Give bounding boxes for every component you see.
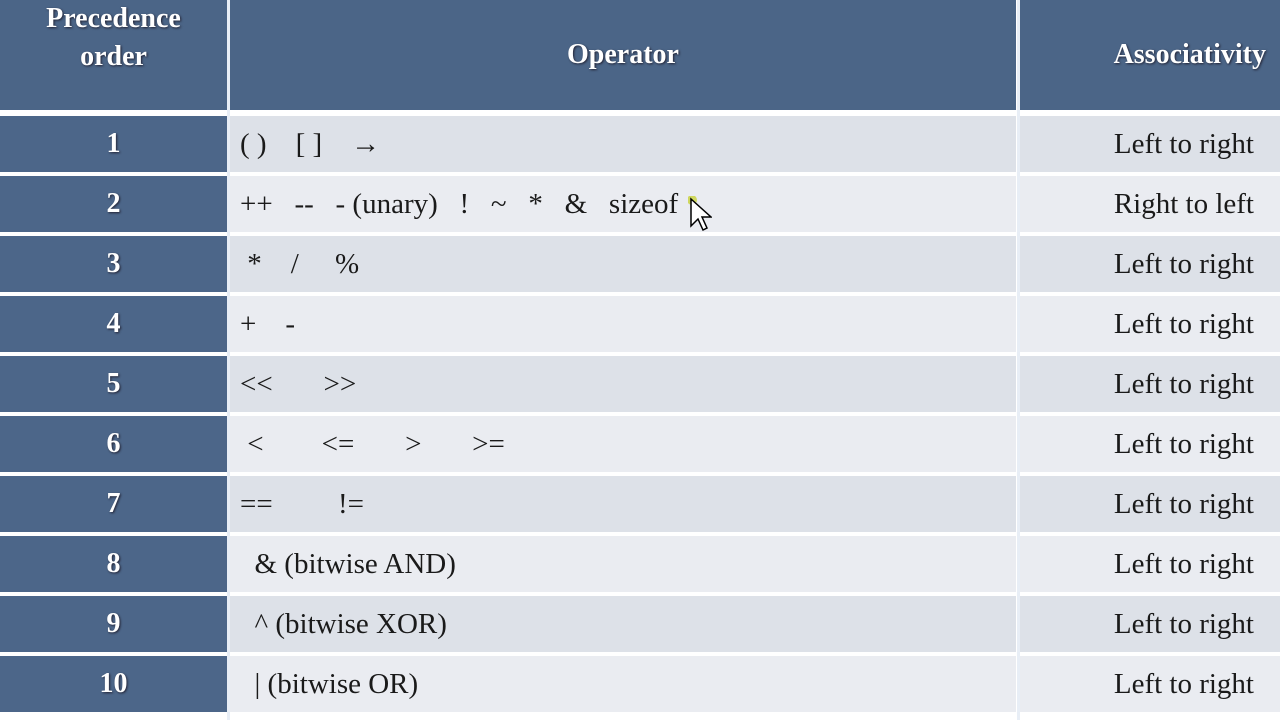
associativity-cell: Left to right	[1020, 656, 1280, 712]
operator-cell: ( ) [ ] →	[230, 116, 1016, 172]
precedence-order-cell: 9	[0, 596, 227, 652]
associativity-cell: Left to right	[1020, 116, 1280, 172]
precedence-order-cell: 3	[0, 236, 227, 292]
table-row: 2 ++ -- - (unary) ! ~ * & sizeof Right to …	[0, 176, 1280, 232]
precedence-order-cell: 7	[0, 476, 227, 532]
precedence-order-cell: 4	[0, 296, 227, 352]
table-row: 3 * / % Left to right	[0, 236, 1280, 292]
operator-cell: < <= > >=	[230, 416, 1016, 472]
operator-cell: + -	[230, 296, 1016, 352]
precedence-order-cell: 5	[0, 356, 227, 412]
operator-cell: & (bitwise AND)	[230, 536, 1016, 592]
table-row: 1( ) [ ] → Left to right	[0, 116, 1280, 172]
table-row: 8 & (bitwise AND) Left to right	[0, 536, 1280, 592]
associativity-cell: Left to right	[1020, 416, 1280, 472]
associativity-cell: Left to right	[1020, 536, 1280, 592]
associativity-cell: Left to right	[1020, 596, 1280, 652]
associativity-cell: Left to right	[1020, 296, 1280, 352]
operator-cell: * / %	[230, 236, 1016, 292]
operator-cell: ^ (bitwise XOR)	[230, 596, 1016, 652]
header-operator: Operator	[230, 0, 1016, 110]
table-row: 6 < <= > >= Left to right	[0, 416, 1280, 472]
header-precedence-label: Precedence order	[46, 3, 181, 72]
table-row: 4 + - Left to right	[0, 296, 1280, 352]
operator-cell: == !=	[230, 476, 1016, 532]
associativity-cell: Left to right	[1020, 356, 1280, 412]
precedence-order-cell: 6	[0, 416, 227, 472]
column-divider	[227, 0, 230, 720]
table-row: 9 ^ (bitwise XOR) Left to right	[0, 596, 1280, 652]
precedence-order-cell: 8	[0, 536, 227, 592]
associativity-cell: Left to right	[1020, 476, 1280, 532]
operator-precedence-table: Precedence order Operator Associativity …	[0, 0, 1280, 720]
precedence-order-cell: 10	[0, 656, 227, 712]
associativity-cell: Right to left	[1020, 176, 1280, 232]
table-row: 5 << >> Left to right	[0, 356, 1280, 412]
operator-cell: | (bitwise OR)	[230, 656, 1016, 712]
table-row: 10 | (bitwise OR) Left to right	[0, 656, 1280, 712]
operator-cell: ++ -- - (unary) ! ~ * & sizeof	[230, 176, 1016, 232]
associativity-cell: Left to right	[1020, 236, 1280, 292]
header-precedence-order: Precedence order	[0, 0, 227, 110]
precedence-order-cell: 2	[0, 176, 227, 232]
mouse-cursor-icon	[688, 196, 712, 232]
column-divider	[1017, 0, 1020, 720]
table-row: 7 == != Left to right	[0, 476, 1280, 532]
operator-cell: << >>	[230, 356, 1016, 412]
precedence-order-cell: 1	[0, 116, 227, 172]
header-associativity: Associativity	[1020, 0, 1280, 110]
